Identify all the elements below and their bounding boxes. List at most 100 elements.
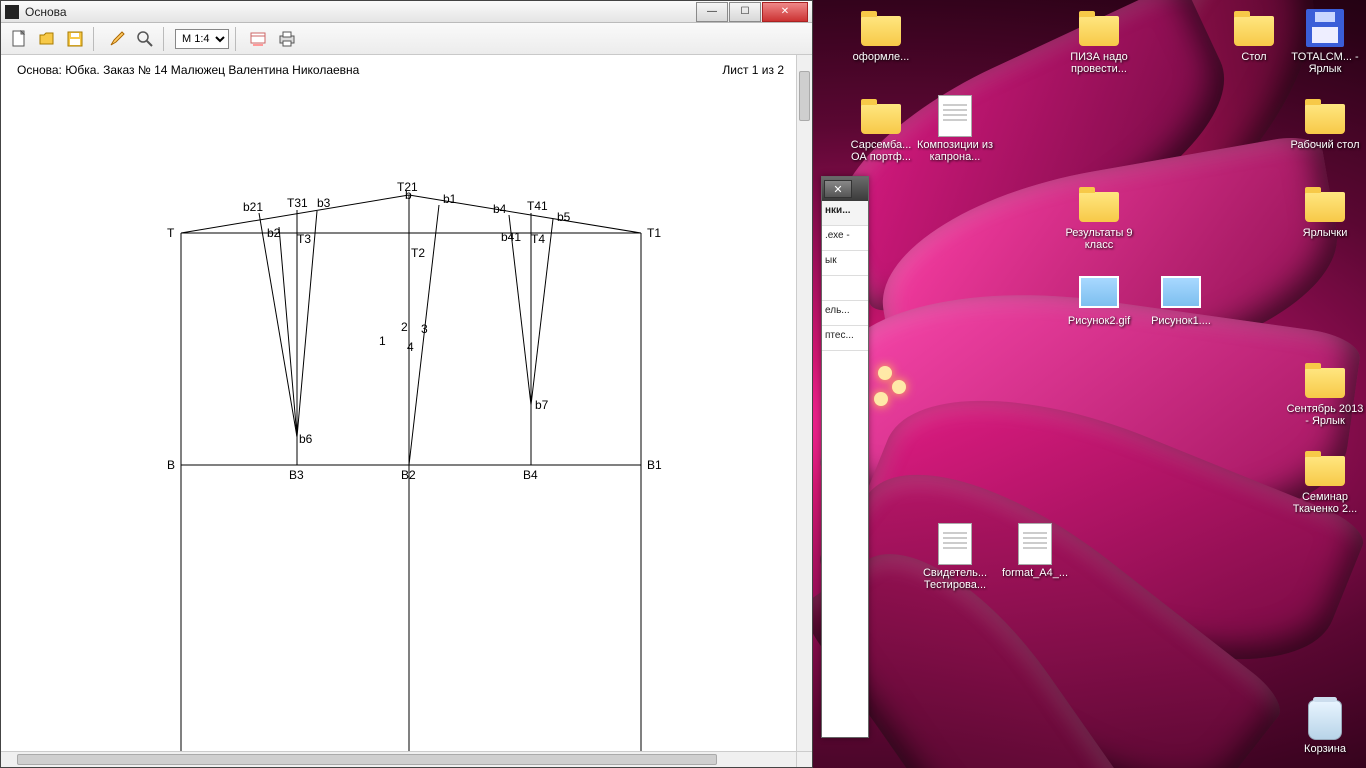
desktop-icon[interactable]: Рабочий стол [1286, 96, 1364, 151]
bin-icon [1308, 700, 1342, 740]
desktop-icon[interactable]: Рисунок1.... [1142, 272, 1220, 327]
brush-icon [108, 30, 126, 48]
desktop-icon-label: Рисунок1.... [1142, 315, 1220, 327]
desktop-icon[interactable]: Сарсемба... ОА портф... [842, 96, 920, 163]
fragment-header: нки... [822, 201, 868, 226]
svg-text:b7: b7 [535, 398, 549, 412]
file-icon [938, 523, 972, 565]
desktop-icon-label: Стол [1215, 51, 1293, 63]
svg-text:T41: T41 [527, 199, 548, 213]
desktop-icon[interactable]: ПИЗА надо провести... [1060, 8, 1138, 75]
desktop-icon[interactable]: Корзина [1286, 700, 1364, 755]
fragment-close-button[interactable]: ✕ [824, 180, 852, 198]
maximize-button[interactable]: ☐ [729, 2, 761, 22]
horizontal-scrollbar[interactable] [1, 751, 796, 767]
folder-icon [861, 104, 901, 134]
drawing-canvas[interactable]: TT1BB1KK1K2B2B3B4T21T2T31T3T41T4bb1b2b21… [1, 55, 796, 751]
zoom-button[interactable] [133, 27, 157, 51]
fragment-row[interactable]: ык [822, 251, 868, 276]
document-area: Основа: Юбка. Заказ № 14 Малюжец Валенти… [1, 55, 812, 767]
desktop-icon[interactable]: Свидетель... Тестирова... [916, 524, 994, 591]
titlebar[interactable]: Основа — ☐ ✕ [1, 1, 812, 23]
svg-text:B3: B3 [289, 468, 304, 482]
desktop-icon-label: оформле... [842, 51, 920, 63]
minimize-button[interactable]: — [696, 2, 728, 22]
desktop-icon-label: Рисунок2.gif [1060, 315, 1138, 327]
page-setup-icon [249, 30, 269, 48]
floppy-icon [1306, 9, 1344, 47]
folder-icon [1305, 192, 1345, 222]
desktop-icon-label: Сентябрь 2013 - Ярлык [1286, 403, 1364, 427]
svg-text:T31: T31 [287, 196, 308, 210]
desktop-icon-label: Результаты 9 класс [1060, 227, 1138, 251]
desktop-icon[interactable]: Сентябрь 2013 - Ярлык [1286, 360, 1364, 427]
img-icon [1161, 276, 1201, 308]
desktop-icon-label: Композиции из капрона... [916, 139, 994, 163]
svg-text:T4: T4 [531, 232, 545, 246]
svg-text:B2: B2 [401, 468, 416, 482]
app-icon [5, 5, 19, 19]
desktop-icon-label: format_A4_... [996, 567, 1074, 579]
desktop-icon[interactable]: TOTALCM... - Ярлык [1286, 8, 1364, 75]
save-floppy-icon [66, 30, 84, 48]
fragment-row[interactable]: .ехе - [822, 226, 868, 251]
svg-text:T1: T1 [647, 226, 661, 240]
svg-text:b3: b3 [317, 196, 331, 210]
svg-text:T2: T2 [411, 246, 425, 260]
svg-text:b2: b2 [267, 226, 281, 240]
app-window: Основа — ☐ ✕ М 1:4 [0, 0, 813, 768]
folder-icon [1305, 368, 1345, 398]
svg-text:B: B [167, 458, 175, 472]
svg-text:2: 2 [401, 320, 408, 334]
save-button[interactable] [63, 27, 87, 51]
window-title: Основа [25, 5, 695, 19]
svg-text:3: 3 [421, 322, 428, 336]
desktop-icon-label: Рабочий стол [1286, 139, 1364, 151]
magnifier-icon [136, 30, 154, 48]
svg-text:b5: b5 [557, 210, 571, 224]
svg-text:b: b [405, 188, 412, 202]
img-icon [1079, 276, 1119, 308]
print-icon [277, 30, 297, 48]
print-button[interactable] [275, 27, 299, 51]
fragment-row[interactable] [822, 276, 868, 301]
folder-icon [1079, 192, 1119, 222]
desktop-icon[interactable]: Семинар Ткаченко 2... [1286, 448, 1364, 515]
desktop-icon[interactable]: Композиции из капрона... [916, 96, 994, 163]
scroll-corner [796, 751, 812, 767]
svg-text:4: 4 [407, 340, 414, 354]
fragment-row[interactable]: ель... [822, 301, 868, 326]
folder-icon [861, 16, 901, 46]
desktop-icon-label: Семинар Ткаченко 2... [1286, 491, 1364, 515]
new-button[interactable] [7, 27, 31, 51]
new-file-icon [10, 30, 28, 48]
desktop-icon[interactable]: Рисунок2.gif [1060, 272, 1138, 327]
folder-icon [1305, 104, 1345, 134]
desktop-icon[interactable]: format_A4_... [996, 524, 1074, 579]
svg-text:1: 1 [379, 334, 386, 348]
desktop-icon[interactable]: оформле... [842, 8, 920, 63]
svg-text:B4: B4 [523, 468, 538, 482]
scale-dropdown[interactable]: М 1:4 [175, 29, 229, 49]
desktop-icon[interactable]: Стол [1215, 8, 1293, 63]
folder-icon [1305, 456, 1345, 486]
svg-text:b1: b1 [443, 192, 457, 206]
secondary-window-fragment: ✕ нки... .ехе -ык ель...птес... [821, 176, 869, 738]
open-button[interactable] [35, 27, 59, 51]
desktop-icon-label: ПИЗА надо провести... [1060, 51, 1138, 75]
close-button[interactable]: ✕ [762, 2, 808, 22]
file-icon [938, 95, 972, 137]
open-folder-icon [38, 30, 56, 48]
vertical-scrollbar[interactable] [796, 55, 812, 751]
file-icon [1018, 523, 1052, 565]
desktop-icon-label: TOTALCM... - Ярлык [1286, 51, 1364, 75]
svg-text:b4: b4 [493, 202, 507, 216]
page-setup-button[interactable] [247, 27, 271, 51]
desktop-icon[interactable]: Ярлычки [1286, 184, 1364, 239]
desktop-icon[interactable]: Результаты 9 класс [1060, 184, 1138, 251]
desktop-icon-label: Сарсемба... ОА портф... [842, 139, 920, 163]
desktop-icon-label: Ярлычки [1286, 227, 1364, 239]
fragment-row[interactable]: птес... [822, 326, 868, 351]
brush-button[interactable] [105, 27, 129, 51]
svg-text:T3: T3 [297, 232, 311, 246]
